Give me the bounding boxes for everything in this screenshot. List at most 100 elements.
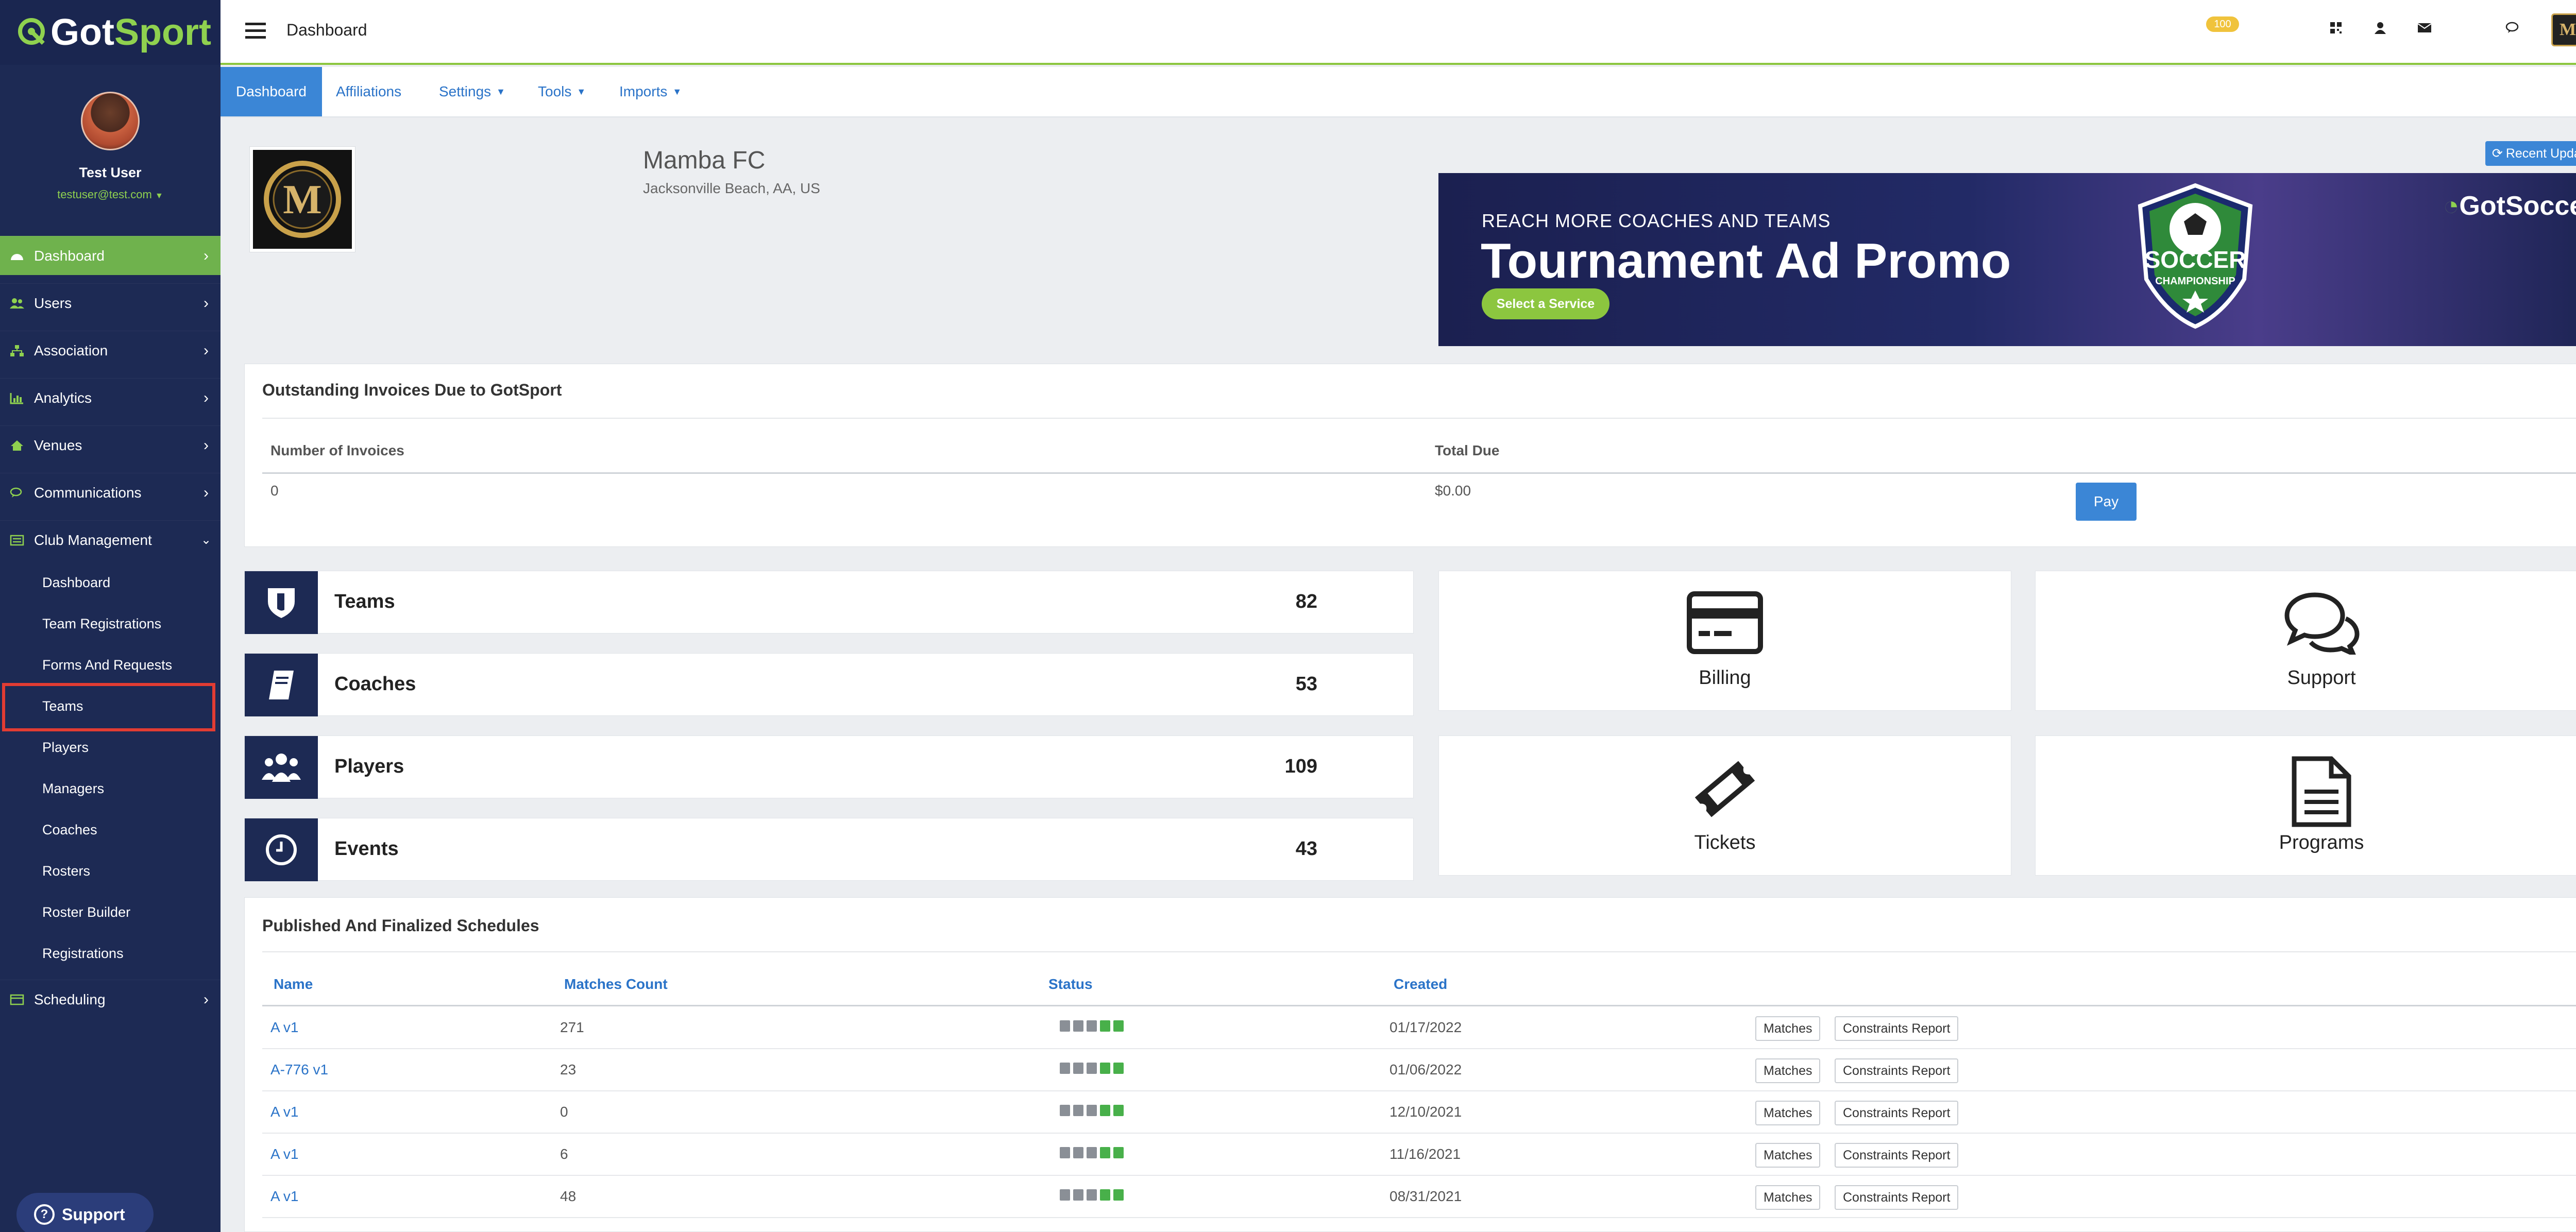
envelope-icon[interactable]: [2414, 18, 2435, 38]
tab-dashboard[interactable]: Dashboard: [221, 67, 322, 116]
tab-imports[interactable]: Imports ▼: [604, 67, 697, 116]
tab-settings[interactable]: Settings ▼: [423, 67, 521, 116]
tile-support[interactable]: Support: [2035, 571, 2576, 711]
pay-button[interactable]: Pay: [2076, 483, 2137, 521]
mail-badge: 100: [2206, 16, 2239, 32]
club-sub-coaches[interactable]: Coaches: [42, 822, 97, 838]
club-sub-players[interactable]: Players: [42, 740, 89, 756]
sidebar-item-label: Club Management: [34, 532, 152, 548]
shield-icon: [245, 571, 318, 634]
refresh-icon: ⟳: [2492, 146, 2503, 161]
matches-count: 6: [560, 1146, 568, 1162]
col-number-of-invoices: Number of Invoices: [270, 442, 404, 458]
gotsport-logo[interactable]: GotSport: [0, 0, 221, 65]
col-status[interactable]: Status: [1048, 976, 1093, 993]
tab-label: Dashboard: [236, 83, 307, 99]
sidebar-item-club-management[interactable]: Club Management ⌄: [0, 520, 221, 559]
schedule-name-link[interactable]: A v1: [270, 1188, 298, 1205]
club-avatar[interactable]: M: [2551, 13, 2576, 46]
page-title: Dashboard: [286, 21, 367, 39]
tile-billing[interactable]: Billing: [1438, 571, 2011, 711]
sidebar-item-venues[interactable]: Venues ›: [0, 425, 221, 465]
avatar[interactable]: [81, 92, 140, 150]
stat-label: Coaches: [334, 673, 416, 695]
club-sub-roster-builder[interactable]: Roster Builder: [42, 904, 130, 920]
caret-down-icon: ▼: [155, 192, 163, 200]
stat-coaches[interactable]: Coaches 53: [244, 653, 1414, 716]
club-sub-team-registrations[interactable]: Team Registrations: [42, 616, 161, 632]
outstanding-invoices-card: Outstanding Invoices Due to GotSport Num…: [244, 364, 2576, 547]
matches-button[interactable]: Matches: [1755, 1058, 1821, 1083]
sidebar-item-label: Venues: [34, 437, 82, 453]
club-logo: M: [249, 146, 355, 252]
chevron-down-icon: ⌄: [200, 533, 212, 547]
club-sub-rosters[interactable]: Rosters: [42, 863, 90, 879]
select-service-button[interactable]: Select a Service: [1482, 288, 1609, 319]
stat-value: 43: [1295, 838, 1317, 860]
schedule-name-link[interactable]: A v1: [270, 1019, 298, 1036]
status-icons: [1060, 1020, 1124, 1032]
chat-icon[interactable]: [2502, 18, 2522, 38]
schedule-name-link[interactable]: A v1: [270, 1104, 298, 1120]
schedule-name-link[interactable]: A v1: [270, 1146, 298, 1162]
matches-button[interactable]: Matches: [1755, 1101, 1821, 1125]
tile-programs[interactable]: Programs: [2035, 735, 2576, 876]
col-matches-count[interactable]: Matches Count: [564, 976, 668, 993]
tab-affiliations[interactable]: Affiliations: [320, 67, 417, 116]
tile-tickets[interactable]: Tickets: [1438, 735, 2011, 876]
sidebar-item-dashboard[interactable]: Dashboard ›: [0, 236, 221, 275]
created-date: 11/16/2021: [1389, 1146, 1461, 1162]
document-icon: [2036, 756, 2576, 828]
constraints-report-button[interactable]: Constraints Report: [1835, 1101, 1959, 1125]
sidebar-item-scheduling[interactable]: Scheduling ›: [0, 980, 221, 1019]
banner-shield-top: SOCCER: [2145, 246, 2246, 273]
stat-events[interactable]: Events 43: [244, 818, 1414, 881]
clock-icon: [245, 818, 318, 881]
caret-down-icon: ▼: [496, 86, 505, 97]
recent-updates-button[interactable]: ⟳Recent Updates: [2485, 141, 2576, 166]
constraints-report-button[interactable]: Constraints Report: [1835, 1058, 1959, 1083]
created-date: 01/17/2022: [1389, 1019, 1462, 1035]
club-sub-dashboard[interactable]: Dashboard: [42, 575, 110, 591]
col-name[interactable]: Name: [274, 976, 313, 993]
chevron-right-icon: ›: [204, 389, 209, 406]
matches-button[interactable]: Matches: [1755, 1143, 1821, 1168]
users-icon: [0, 297, 34, 310]
tab-tools[interactable]: Tools ▼: [522, 67, 601, 116]
club-sub-managers[interactable]: Managers: [42, 781, 104, 797]
col-created[interactable]: Created: [1394, 976, 1447, 993]
top-bar: Dashboard 100 M: [221, 0, 2576, 65]
stat-players[interactable]: Players 109: [244, 735, 1414, 799]
user-email-dropdown[interactable]: testuser@test.com ▼: [57, 188, 163, 201]
soccer-championship-shield-icon: SOCCER CHAMPIONSHIP: [2131, 181, 2260, 331]
stat-teams[interactable]: Teams 82: [244, 571, 1414, 634]
list-icon: [0, 534, 34, 546]
banner-tagline: REACH MORE COACHES AND TEAMS: [1482, 210, 1831, 231]
user-icon[interactable]: [2370, 18, 2391, 38]
created-date: 12/10/2021: [1389, 1104, 1462, 1120]
constraints-report-button[interactable]: Constraints Report: [1835, 1185, 1959, 1210]
sidebar-item-analytics[interactable]: Analytics ›: [0, 378, 221, 417]
hamburger-menu-icon[interactable]: [245, 23, 266, 43]
gotsoccer-logo-icon: ◔: [2443, 191, 2460, 221]
club-sub-forms-and-requests[interactable]: Forms And Requests: [42, 657, 172, 673]
matches-button[interactable]: Matches: [1755, 1016, 1821, 1041]
matches-count: 0: [560, 1104, 568, 1120]
constraints-report-button[interactable]: Constraints Report: [1835, 1016, 1959, 1041]
sidebar-item-association[interactable]: Association ›: [0, 331, 221, 370]
home-icon: [0, 439, 34, 452]
club-sub-registrations[interactable]: Registrations: [42, 946, 124, 962]
qr-icon[interactable]: [2326, 18, 2346, 38]
constraints-report-button[interactable]: Constraints Report: [1835, 1143, 1959, 1168]
credit-card-icon: [1439, 591, 2011, 655]
support-chat-button[interactable]: ? Support: [16, 1193, 154, 1232]
caret-down-icon: ▼: [577, 86, 586, 97]
sub-navigation: Dashboard Affiliations Settings ▼ Tools ▼ …: [221, 67, 2576, 117]
sitemap-icon: [0, 345, 34, 357]
sidebar-item-users[interactable]: Users ›: [0, 283, 221, 322]
schedule-name-link[interactable]: A-776 v1: [270, 1062, 328, 1078]
sidebar-item-communications[interactable]: Communications ›: [0, 473, 221, 512]
gotsoccer-brand-label: GotSoccer: [2459, 191, 2576, 221]
promo-banner[interactable]: REACH MORE COACHES AND TEAMS Tournament …: [1438, 173, 2576, 346]
matches-button[interactable]: Matches: [1755, 1185, 1821, 1210]
